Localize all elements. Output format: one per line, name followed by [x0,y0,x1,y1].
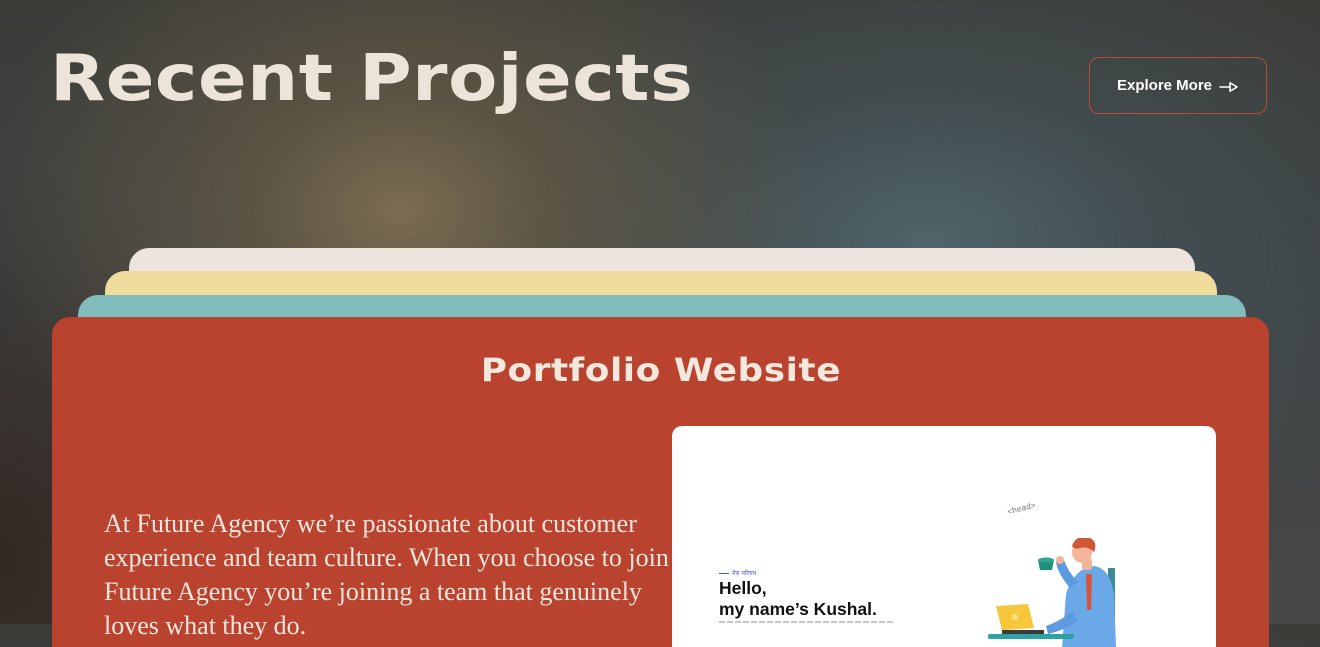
preview-heading: Hello, my name’s Kushal. [719,578,877,620]
preview-name-line: my name’s Kushal. [719,599,877,619]
preview-eyebrow: मेरा परिचय [719,569,756,577]
project-preview-image[interactable]: <head> मेरा परिचय Hello, my name’s Kusha… [672,426,1216,647]
project-card-portfolio[interactable]: Portfolio Website At Future Agency we’re… [52,317,1269,647]
project-title: Portfolio Website [52,351,1269,389]
code-tag-label: <head> [1006,500,1037,517]
explore-more-button[interactable]: Explore More [1089,57,1267,114]
page-title: Recent Projects [50,42,694,116]
preview-greeting: Hello, [719,578,767,598]
eyebrow-dash [719,572,729,574]
developer-illustration-icon [988,538,1116,647]
project-title-text: Portfolio Website [480,351,841,389]
preview-subtext-line [719,621,895,623]
explore-more-label: Explore More [1116,77,1213,94]
arrow-right-icon [1219,81,1239,93]
preview-eyebrow-text: मेरा परिचय [732,570,757,577]
project-description: At Future Agency we’re passionate about … [104,509,669,640]
